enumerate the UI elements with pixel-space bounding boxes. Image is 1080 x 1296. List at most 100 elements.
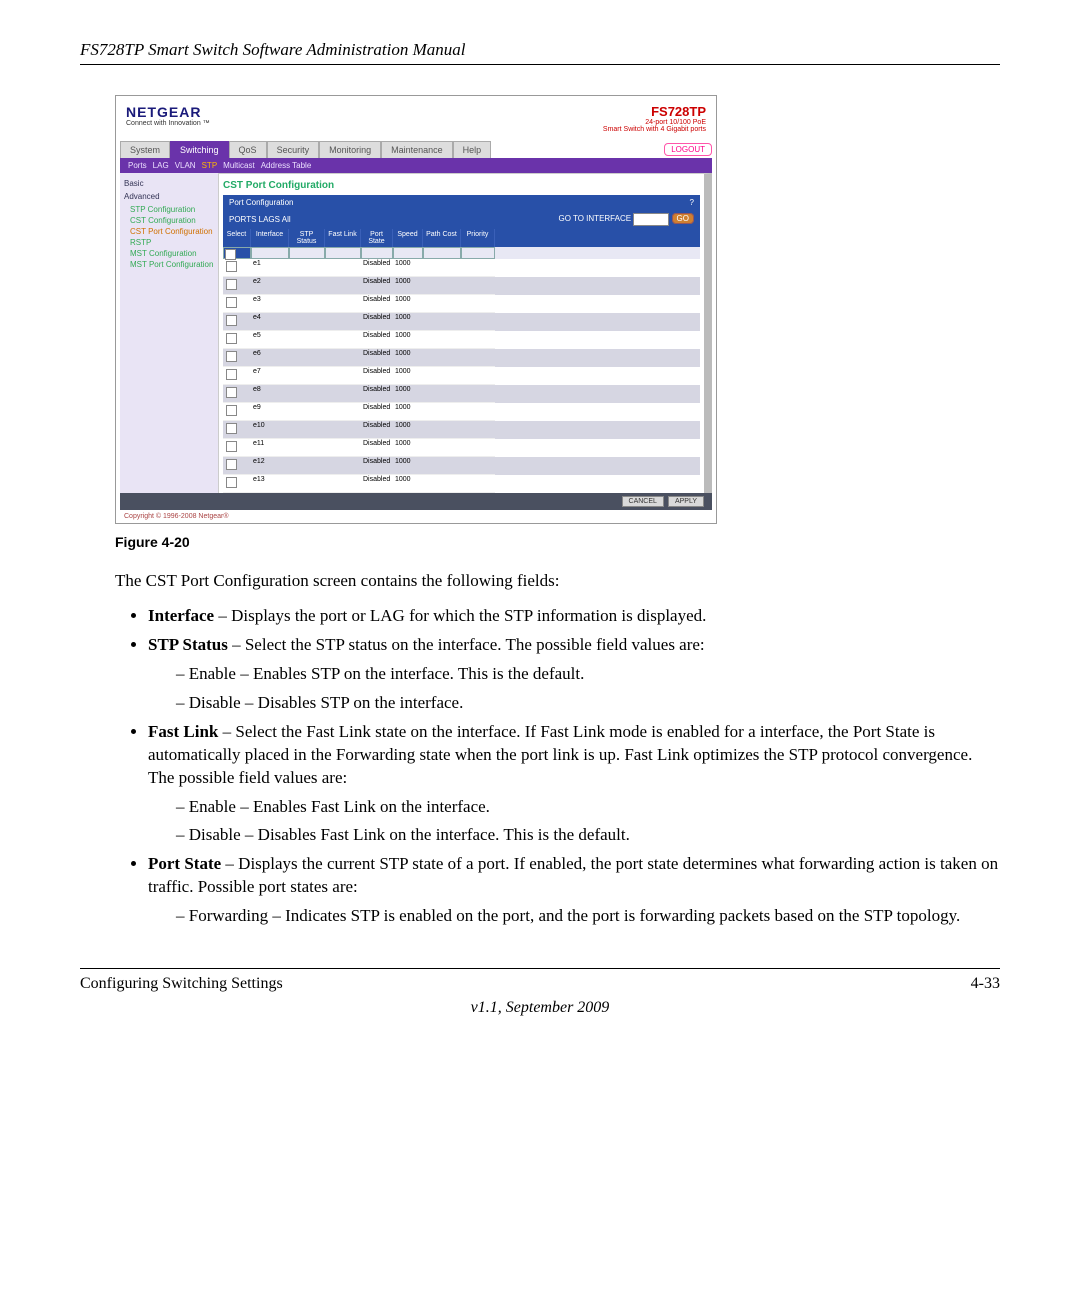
col-select: Select	[223, 229, 251, 247]
cell-speed: 1000	[393, 457, 423, 475]
table-row: e8Disabled1000	[223, 385, 700, 403]
cell-speed: 1000	[393, 313, 423, 331]
panel-titlebar: Port Configuration ?	[223, 195, 700, 210]
page-footer: Configuring Switching Settings 4-33 v1.1…	[80, 968, 1000, 1017]
cell-interface: e10	[251, 421, 289, 439]
row-checkbox[interactable]	[226, 441, 237, 452]
stpstatus-disable: Disable – Disables STP on the interface.	[176, 692, 1000, 715]
cell-portstate: Disabled	[361, 385, 393, 403]
cell-speed: 1000	[393, 385, 423, 403]
row-checkbox[interactable]	[226, 387, 237, 398]
row-checkbox[interactable]	[226, 405, 237, 416]
go-button[interactable]: GO	[672, 213, 694, 224]
subtab-ports[interactable]: Ports	[128, 161, 147, 170]
subtab-vlan[interactable]: VLAN	[175, 161, 196, 170]
tab-switching[interactable]: Switching	[170, 141, 229, 158]
cell-portstate: Disabled	[361, 295, 393, 313]
logout-button[interactable]: LOGOUT	[664, 143, 712, 156]
row-checkbox[interactable]	[226, 369, 237, 380]
field-interface: Interface – Displays the port or LAG for…	[148, 605, 1000, 628]
portstate-forwarding: Forwarding – Indicates STP is enabled on…	[176, 905, 1000, 928]
row-checkbox[interactable]	[226, 315, 237, 326]
cell-portstate: Disabled	[361, 349, 393, 367]
cell-portstate: Disabled	[361, 439, 393, 457]
tab-qos[interactable]: QoS	[229, 141, 267, 158]
col-fastlink: Fast Link	[325, 229, 361, 247]
brand-logo: NETGEAR	[126, 104, 210, 120]
table-row: e1Disabled1000	[223, 259, 700, 277]
cell-speed: 1000	[393, 475, 423, 493]
apply-button[interactable]: APPLY	[668, 496, 704, 507]
field-stpstatus: STP Status – Select the STP status on th…	[148, 634, 1000, 715]
figure-label: Figure 4-20	[115, 534, 1000, 550]
field-fastlink: Fast Link – Select the Fast Link state o…	[148, 721, 1000, 848]
table-row: e4Disabled1000	[223, 313, 700, 331]
product-sub1: 24-port 10/100 PoE	[603, 119, 706, 126]
sidebar-link-rstp[interactable]: RSTP	[130, 238, 214, 247]
cell-portstate: Disabled	[361, 367, 393, 385]
filter-row[interactable]	[223, 247, 700, 259]
brand-tagline: Connect with Innovation ™	[126, 120, 210, 127]
cell-interface: e7	[251, 367, 289, 385]
subtab-multicast[interactable]: Multicast	[223, 161, 255, 170]
intro-text: The CST Port Configuration screen contai…	[115, 570, 1000, 593]
row-checkbox[interactable]	[226, 333, 237, 344]
cell-interface: e11	[251, 439, 289, 457]
cell-speed: 1000	[393, 439, 423, 457]
col-pathcost: Path Cost	[423, 229, 461, 247]
sidebar-link-mstportconfig[interactable]: MST Port Configuration	[130, 260, 214, 269]
cell-interface: e3	[251, 295, 289, 313]
goto-interface-label: GO TO INTERFACE	[558, 214, 631, 223]
ports-lags-all[interactable]: PORTS LAGS All	[229, 215, 291, 224]
help-icon[interactable]: ?	[690, 198, 694, 207]
row-checkbox[interactable]	[226, 261, 237, 272]
tab-monitoring[interactable]: Monitoring	[319, 141, 381, 158]
stpstatus-enable: Enable – Enables STP on the interface. T…	[176, 663, 1000, 686]
table-row: e9Disabled1000	[223, 403, 700, 421]
cell-interface: e9	[251, 403, 289, 421]
cell-interface: e12	[251, 457, 289, 475]
row-checkbox[interactable]	[226, 351, 237, 362]
col-interface: Interface	[251, 229, 289, 247]
cell-speed: 1000	[393, 295, 423, 313]
table-row: e7Disabled1000	[223, 367, 700, 385]
cancel-button[interactable]: CANCEL	[622, 496, 664, 507]
tab-maintenance[interactable]: Maintenance	[381, 141, 453, 158]
table-row: e2Disabled1000	[223, 277, 700, 295]
cell-portstate: Disabled	[361, 277, 393, 295]
cell-portstate: Disabled	[361, 331, 393, 349]
page-header: FS728TP Smart Switch Software Administra…	[80, 40, 1000, 65]
sidebar-link-mstconfig[interactable]: MST Configuration	[130, 249, 214, 258]
screenshot-figure: NETGEAR Connect with Innovation ™ FS728T…	[115, 95, 717, 524]
cell-interface: e4	[251, 313, 289, 331]
table-header: Select Interface STP Status Fast Link Po…	[223, 229, 700, 247]
tab-system[interactable]: System	[120, 141, 170, 158]
row-checkbox[interactable]	[226, 459, 237, 470]
cell-interface: e5	[251, 331, 289, 349]
tab-security[interactable]: Security	[267, 141, 320, 158]
cell-portstate: Disabled	[361, 403, 393, 421]
row-checkbox[interactable]	[226, 477, 237, 488]
copyright: Copyright © 1996-2008 Netgear®	[116, 510, 716, 523]
sidebar-group-advanced[interactable]: Advanced	[124, 192, 214, 201]
row-checkbox[interactable]	[226, 297, 237, 308]
subtab-stp[interactable]: STP	[202, 161, 218, 170]
fastlink-enable: Enable – Enables Fast Link on the interf…	[176, 796, 1000, 819]
sidebar-link-stpconfig[interactable]: STP Configuration	[130, 205, 214, 214]
subtab-addresstable[interactable]: Address Table	[261, 161, 312, 170]
goto-interface-input[interactable]	[633, 213, 669, 226]
field-portstate: Port State – Displays the current STP st…	[148, 853, 1000, 928]
col-stpstatus: STP Status	[289, 229, 325, 247]
fastlink-disable: Disable – Disables Fast Link on the inte…	[176, 824, 1000, 847]
sidebar-group-basic[interactable]: Basic	[124, 179, 214, 188]
sidebar-link-cstconfig[interactable]: CST Configuration	[130, 216, 214, 225]
tab-help[interactable]: Help	[453, 141, 492, 158]
subtab-lag[interactable]: LAG	[153, 161, 169, 170]
col-priority: Priority	[461, 229, 495, 247]
cell-interface: e2	[251, 277, 289, 295]
table-row: e6Disabled1000	[223, 349, 700, 367]
sidebar-link-cstportconfig[interactable]: CST Port Configuration	[130, 227, 214, 236]
row-checkbox[interactable]	[226, 279, 237, 290]
field-list: Interface – Displays the port or LAG for…	[80, 605, 1000, 928]
row-checkbox[interactable]	[226, 423, 237, 434]
